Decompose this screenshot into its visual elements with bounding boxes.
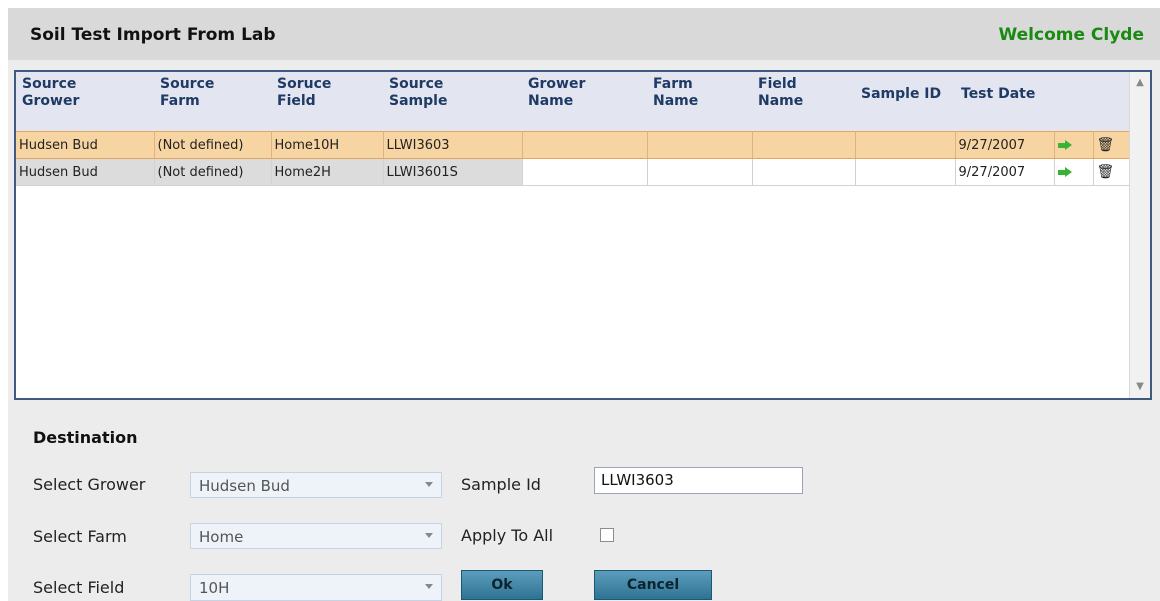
- cell-delete[interactable]: 🗑: [1093, 131, 1133, 159]
- green-arrow-icon[interactable]: [1057, 140, 1072, 150]
- col-source-field[interactable]: Soruce Field: [271, 72, 383, 132]
- cell-source-field[interactable]: Home2H: [271, 158, 384, 186]
- col-field-name[interactable]: Field Name: [752, 72, 855, 132]
- page-title: Soil Test Import From Lab: [30, 25, 276, 45]
- farm-select-value: Home: [199, 528, 244, 546]
- select-farm-label: Select Farm: [33, 527, 127, 546]
- cell-source-grower[interactable]: Hudsen Bud: [16, 158, 155, 186]
- import-grid: Source Grower Source Farm Soruce Field Sour…: [14, 70, 1152, 400]
- field-select[interactable]: 10H: [190, 574, 442, 601]
- col-test-date[interactable]: Test Date: [955, 72, 1054, 132]
- chevron-down-icon[interactable]: [425, 533, 433, 538]
- grid-scrollbar[interactable]: ▲ ▼: [1129, 72, 1150, 398]
- apply-to-all-label: Apply To All: [461, 526, 554, 545]
- cell-source-field[interactable]: Home10H: [271, 131, 384, 159]
- col-source-farm[interactable]: Source Farm: [154, 72, 271, 132]
- cell-action[interactable]: [1054, 131, 1094, 159]
- col-sample-id[interactable]: Sample ID: [855, 72, 955, 132]
- cell-source-sample[interactable]: LLWI3601S: [383, 158, 523, 186]
- page-header: Soil Test Import From Lab Welcome Clyde: [8, 8, 1160, 61]
- green-arrow-icon[interactable]: [1057, 167, 1072, 177]
- apply-to-all-checkbox[interactable]: [600, 528, 614, 542]
- grower-select[interactable]: Hudsen Bud: [190, 472, 442, 498]
- cell-source-farm[interactable]: (Not defined): [154, 131, 272, 159]
- import-table: Source Grower Source Farm Soruce Field Sour…: [16, 72, 1133, 186]
- cell-field-name[interactable]: [752, 131, 856, 159]
- cell-grower-name[interactable]: [522, 131, 648, 159]
- cell-action[interactable]: [1054, 158, 1094, 186]
- sample-id-label: Sample Id: [461, 475, 541, 494]
- cell-source-sample[interactable]: LLWI3603: [383, 131, 523, 159]
- col-grower-name[interactable]: Grower Name: [522, 72, 647, 132]
- grid-header-row: Source Grower Source Farm Soruce Field Sour…: [16, 72, 1132, 132]
- chevron-down-icon[interactable]: [425, 482, 433, 487]
- cancel-button[interactable]: Cancel: [594, 570, 712, 600]
- col-action: [1054, 72, 1093, 132]
- cell-sample-id[interactable]: [855, 158, 956, 186]
- cell-test-date[interactable]: 9/27/2007: [955, 158, 1055, 186]
- grower-select-value: Hudsen Bud: [199, 477, 290, 495]
- destination-title: Destination: [33, 428, 138, 447]
- col-delete: [1093, 72, 1132, 132]
- trash-can-icon[interactable]: 🗑: [1097, 138, 1115, 152]
- scroll-up-arrow-icon[interactable]: ▲: [1130, 74, 1150, 92]
- top-strip: [0, 0, 1160, 8]
- cell-delete[interactable]: 🗑: [1093, 158, 1133, 186]
- sample-id-input[interactable]: LLWI3603: [594, 467, 803, 494]
- col-farm-name[interactable]: Farm Name: [647, 72, 752, 132]
- table-row[interactable]: Hudsen Bud (Not defined) Home10H LLWI360…: [16, 131, 1133, 159]
- trash-can-icon[interactable]: 🗑: [1097, 165, 1115, 179]
- cell-grower-name[interactable]: [522, 158, 648, 186]
- cell-source-grower[interactable]: Hudsen Bud: [16, 131, 155, 159]
- chevron-down-icon[interactable]: [425, 584, 433, 589]
- ok-button[interactable]: Ok: [461, 570, 543, 600]
- table-row[interactable]: Hudsen Bud (Not defined) Home2H LLWI3601…: [16, 158, 1133, 186]
- cell-sample-id[interactable]: [855, 131, 956, 159]
- cell-farm-name[interactable]: [647, 158, 753, 186]
- farm-select[interactable]: Home: [190, 523, 442, 549]
- scroll-down-arrow-icon[interactable]: ▼: [1130, 378, 1150, 396]
- field-select-value: 10H: [199, 579, 230, 597]
- col-source-sample[interactable]: Source Sample: [383, 72, 522, 132]
- cell-field-name[interactable]: [752, 158, 856, 186]
- welcome-message: Welcome Clyde: [998, 25, 1144, 45]
- cell-test-date[interactable]: 9/27/2007: [955, 131, 1055, 159]
- select-grower-label: Select Grower: [33, 475, 146, 494]
- select-field-label: Select Field: [33, 578, 125, 597]
- col-source-grower[interactable]: Source Grower: [16, 72, 154, 132]
- cell-source-farm[interactable]: (Not defined): [154, 158, 272, 186]
- cell-farm-name[interactable]: [647, 131, 753, 159]
